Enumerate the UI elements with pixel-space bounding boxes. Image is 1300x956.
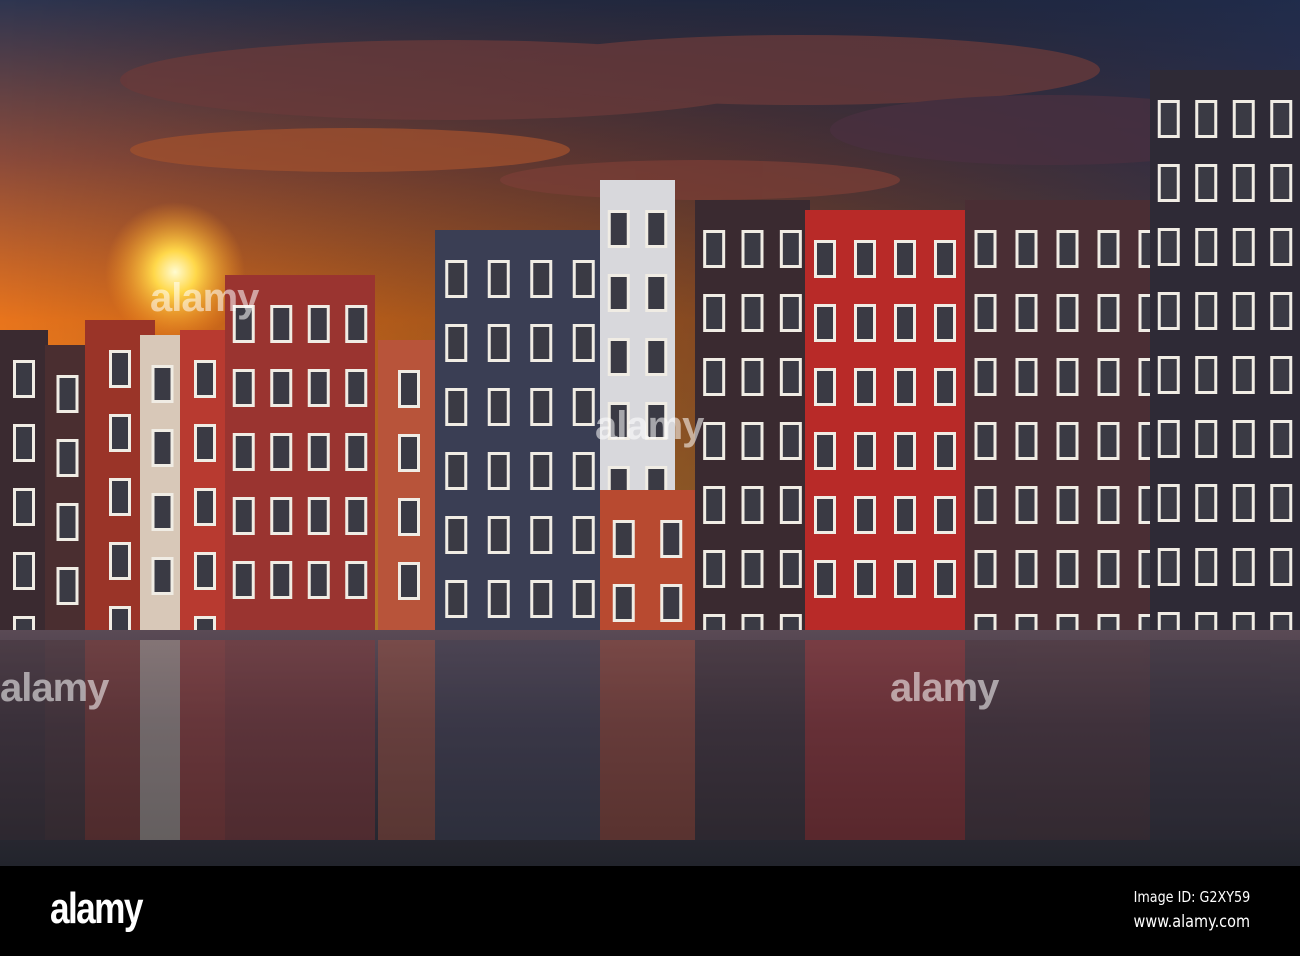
house-reflection <box>140 640 185 840</box>
alamy-logo: alamy <box>50 884 143 933</box>
watermark: alamy <box>890 666 999 710</box>
image-id: Image ID: G2XY59 <box>1133 888 1250 906</box>
house-reflection <box>1150 640 1300 840</box>
watermark: alamy <box>0 666 109 710</box>
house-reflection <box>180 640 230 840</box>
house-reflection <box>600 640 695 840</box>
stock-photo: alamy alamy alamy alamy alamy Image ID: … <box>0 0 1300 956</box>
watermark: alamy <box>150 276 259 320</box>
house-reflection <box>435 640 605 840</box>
house-reflection <box>225 640 375 840</box>
house-reflection <box>695 640 810 840</box>
house-reflection <box>378 640 440 840</box>
watermark: alamy <box>595 404 704 448</box>
footer-bar: alamy Image ID: G2XY59 www.alamy.com <box>0 866 1300 956</box>
water-reflections <box>0 640 1300 840</box>
site-url: www.alamy.com <box>1133 912 1250 932</box>
